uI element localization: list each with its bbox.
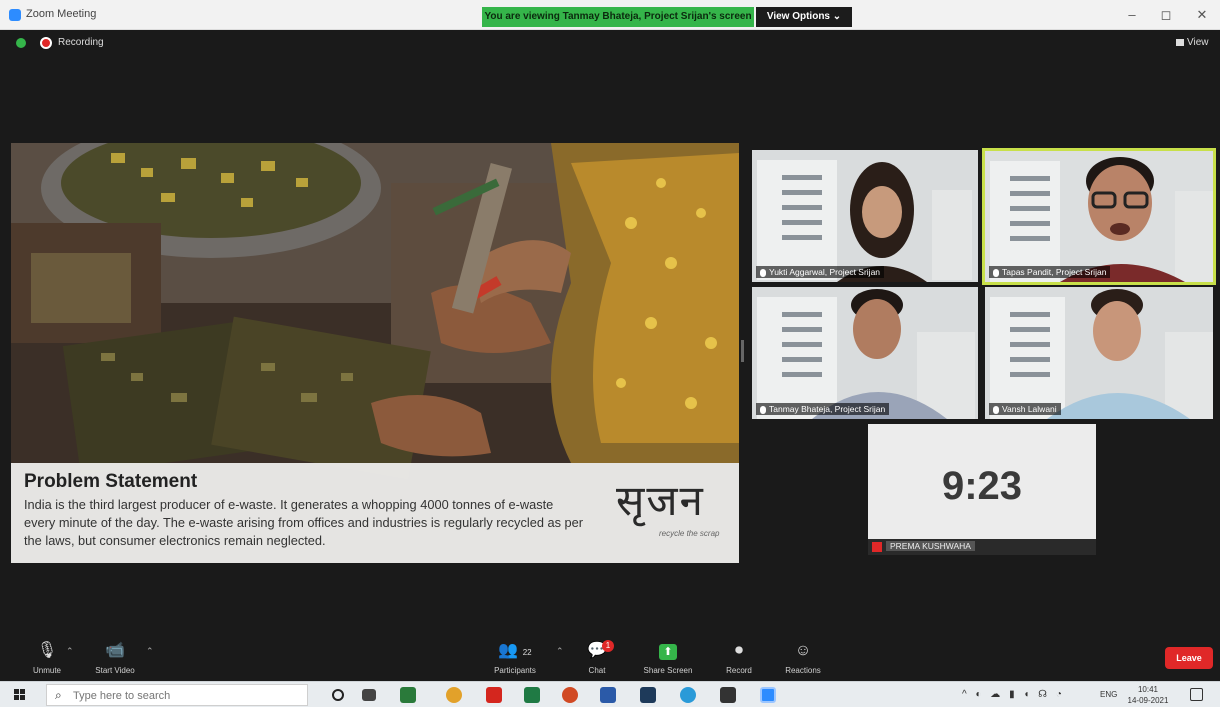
participant-name-label: Vansh Lalwani xyxy=(989,403,1061,415)
taskbar-search-box[interactable]: ⌕ xyxy=(46,684,308,706)
participant-name-label: Tapas Pandit, Project Srijan xyxy=(989,266,1111,278)
media-app-icon[interactable] xyxy=(720,687,736,703)
video-off-icon: 📹 xyxy=(105,642,125,659)
meeting-controls-toolbar: 🎙 Unmute ⌃ 📹 Start Video ⌃ 👥 22 Particip… xyxy=(0,638,1220,678)
acrobat-icon[interactable] xyxy=(486,687,502,703)
excel-icon[interactable] xyxy=(524,687,540,703)
participant-tile-active-speaker[interactable]: Tapas Pandit, Project Srijan xyxy=(982,148,1216,285)
share-screen-button[interactable]: ⬆ Share Screen xyxy=(633,640,703,675)
reactions-label: Reactions xyxy=(785,666,821,675)
srijan-logo: सृजन xyxy=(616,476,705,525)
photoshop-icon[interactable] xyxy=(640,687,656,703)
telegram-icon[interactable] xyxy=(680,687,696,703)
mic-icon xyxy=(993,405,999,414)
video-options-chevron-icon[interactable]: ⌃ xyxy=(146,646,154,657)
srijan-tagline: recycle the scrap xyxy=(659,529,720,538)
participants-button[interactable]: 👥 22 Participants xyxy=(480,640,550,675)
participant-tile[interactable]: Tanmay Bhateja, Project Srijan xyxy=(752,287,978,419)
mic-icon xyxy=(760,405,766,414)
view-button[interactable]: View xyxy=(1176,37,1209,48)
start-video-button[interactable]: 📹 Start Video xyxy=(80,640,150,675)
reactions-button[interactable]: ☺ Reactions xyxy=(768,640,838,675)
record-label: Record xyxy=(726,666,752,675)
participant-name: Tapas Pandit, Project Srijan xyxy=(1002,267,1107,277)
unmute-label: Unmute xyxy=(32,666,61,675)
chat-label: Chat xyxy=(588,666,606,675)
zoom-taskbar-icon[interactable] xyxy=(760,687,776,703)
maximize-button[interactable]: ◻ xyxy=(1154,6,1178,24)
window-title: Zoom Meeting xyxy=(26,8,97,20)
participant-name: PREMA KUSHWAHA xyxy=(886,541,975,551)
chrome-icon[interactable] xyxy=(446,687,462,703)
participant-tile[interactable]: Yukti Aggarwal, Project Srijan xyxy=(752,150,978,282)
zoom-window: Zoom Meeting You are viewing Tanmay Bhat… xyxy=(0,0,1220,707)
view-options-button[interactable]: View Options ⌄ xyxy=(756,7,852,27)
chat-icon: 💬 xyxy=(587,642,607,659)
search-icon: ⌕ xyxy=(55,688,62,702)
share-screen-label: Share Screen xyxy=(643,666,693,675)
record-button[interactable]: ⏺ Record xyxy=(704,640,774,675)
audio-options-chevron-icon[interactable]: ⌃ xyxy=(66,646,74,657)
timer-participant-tile[interactable]: 9:23 xyxy=(868,424,1096,555)
title-bar: Zoom Meeting You are viewing Tanmay Bhat… xyxy=(0,0,1220,30)
participant-video xyxy=(985,287,1213,419)
view-label: View xyxy=(1187,37,1209,48)
participant-name: Vansh Lalwani xyxy=(1002,404,1057,414)
shared-screen-slide: Problem Statement India is the third lar… xyxy=(11,143,739,563)
task-view-icon[interactable] xyxy=(362,689,376,701)
minimize-button[interactable]: – xyxy=(1120,6,1144,24)
participant-video xyxy=(752,150,978,282)
participant-video xyxy=(752,287,978,419)
countdown-timer: 9:23 xyxy=(941,464,1023,508)
problem-statement-body: India is the third largest producer of e… xyxy=(24,497,584,548)
zoom-app-icon xyxy=(9,9,21,21)
participant-name-label: Yukti Aggarwal, Project Srijan xyxy=(756,266,885,278)
word-icon[interactable] xyxy=(600,687,616,703)
mic-muted-icon xyxy=(872,542,882,552)
participant-name-label: Tanmay Bhateja, Project Srijan xyxy=(756,403,890,415)
splitter-handle[interactable] xyxy=(741,340,744,362)
clock-date: 14-09-2021 xyxy=(1127,696,1169,705)
participant-tile[interactable]: Vansh Lalwani xyxy=(985,287,1213,419)
windows-start-icon[interactable] xyxy=(14,689,26,701)
share-screen-icon: ⬆ xyxy=(659,644,677,660)
screen-share-banner: You are viewing Tanmay Bhateja, Project … xyxy=(482,7,754,27)
taskbar-clock[interactable]: 10:41 14-09-2021 xyxy=(1124,684,1172,706)
leave-meeting-button[interactable]: Leave xyxy=(1165,647,1213,669)
windows-taskbar: ⌕ ^ ◐ ☁ ▮ ◖ ☊ ◔ ENG 10:41 14-09-2021 xyxy=(0,681,1220,707)
participants-count: 22 xyxy=(522,648,532,657)
grid-icon xyxy=(1176,38,1184,46)
clock-time: 10:41 xyxy=(1137,685,1159,694)
problem-statement-title: Problem Statement xyxy=(24,471,198,492)
system-tray-icons[interactable]: ^ ◐ ☁ ▮ ◖ ☊ ◔ xyxy=(962,689,1065,700)
reactions-icon: ☺ xyxy=(794,642,812,659)
powerpoint-icon[interactable] xyxy=(562,687,578,703)
record-icon: ⏺ xyxy=(734,642,743,659)
recording-label: Recording xyxy=(58,37,104,48)
cortana-icon[interactable] xyxy=(332,689,344,701)
encryption-shield-icon[interactable] xyxy=(16,38,26,48)
notification-center-icon[interactable] xyxy=(1190,688,1203,701)
recording-icon[interactable] xyxy=(40,37,52,49)
mic-icon xyxy=(993,268,999,277)
participant-name: Tanmay Bhateja, Project Srijan xyxy=(769,404,886,414)
close-button[interactable]: ✕ xyxy=(1190,6,1214,24)
problem-statement-caption: Problem Statement India is the third lar… xyxy=(11,463,739,563)
participants-icon: 👥 22 xyxy=(498,642,532,659)
file-explorer-icon[interactable] xyxy=(400,687,416,703)
participants-label: Participants xyxy=(494,666,536,675)
start-video-label: Start Video xyxy=(95,666,135,675)
participant-video xyxy=(985,151,1213,282)
mic-icon xyxy=(760,268,766,277)
input-language[interactable]: ENG xyxy=(1100,690,1117,699)
chat-button[interactable]: 💬 1 Chat xyxy=(562,640,632,675)
taskbar-search-input[interactable] xyxy=(73,688,293,704)
timer-participant-name-bar: PREMA KUSHWAHA xyxy=(868,539,1096,555)
chat-unread-badge: 1 xyxy=(602,640,614,652)
participant-name: Yukti Aggarwal, Project Srijan xyxy=(769,267,881,277)
